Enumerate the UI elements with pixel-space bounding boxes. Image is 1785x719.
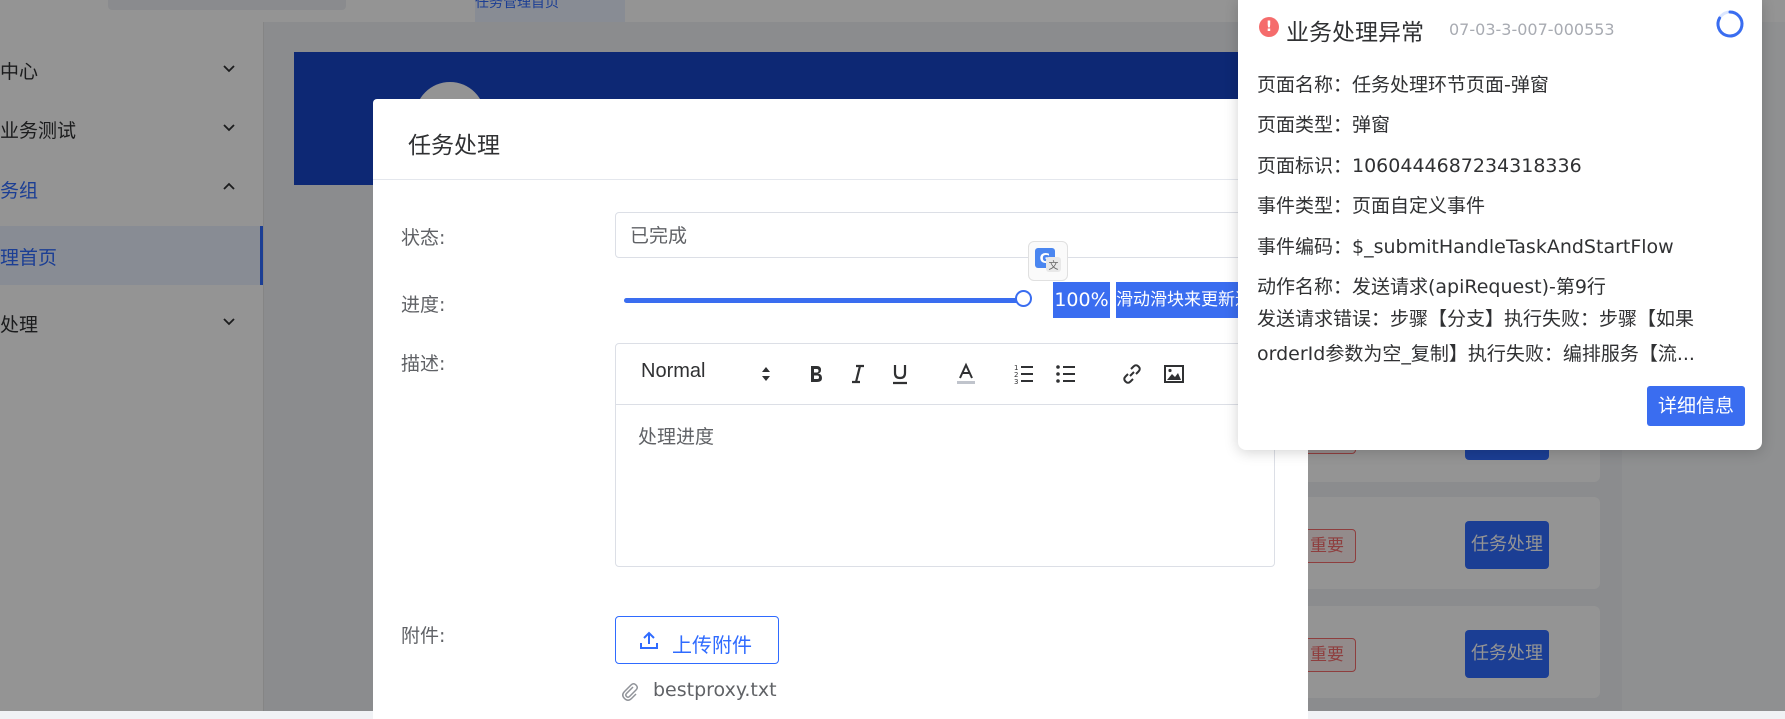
bullet-list-icon[interactable]: [1054, 362, 1078, 386]
link-icon[interactable]: [1120, 362, 1144, 386]
attachment-label: 附件:: [401, 625, 446, 647]
upload-attachment-button[interactable]: 上传附件: [615, 616, 779, 664]
notification-detail-line: 页面名称：任务处理环节页面-弹窗: [1257, 74, 1549, 96]
dialog-divider: [373, 179, 1308, 180]
progress-slider-handle[interactable]: [1015, 290, 1032, 307]
progress-value: 100%: [1053, 282, 1110, 318]
description-label: 描述:: [401, 353, 446, 375]
image-icon[interactable]: [1162, 362, 1186, 386]
progress-slider[interactable]: [624, 290, 1032, 307]
error-icon: !: [1259, 17, 1279, 37]
notification-title: 业务处理异常: [1286, 20, 1424, 46]
notification-detail-line: 页面标识：1060444687234318336: [1257, 155, 1582, 177]
font-size-select-value: Normal: [641, 360, 706, 382]
upload-attachment-label: 上传附件: [672, 633, 752, 657]
svg-text:文: 文: [1049, 259, 1059, 272]
attachment-file-name: bestproxy.txt: [653, 679, 777, 701]
bold-icon[interactable]: [804, 362, 828, 386]
italic-icon[interactable]: [846, 362, 870, 386]
progress-label: 进度:: [401, 294, 446, 316]
status-label: 状态:: [401, 227, 446, 249]
notification-detail-line: 页面类型：弹窗: [1257, 114, 1391, 136]
text-color-icon[interactable]: [954, 362, 978, 386]
editor-content[interactable]: 处理进度: [638, 422, 714, 449]
underline-icon[interactable]: [888, 362, 912, 386]
paperclip-icon: [622, 683, 638, 701]
error-message-line: 发送请求错误：步骤【分支】执行失败：步骤【如果: [1257, 308, 1695, 330]
error-notification: ! 业务处理异常 07-03-3-007-000553 页面名称：任务处理环节页…: [1238, 0, 1762, 450]
loading-spinner-icon: [1716, 10, 1744, 38]
notification-error-message: 发送请求错误：步骤【分支】执行失败：步骤【如果 orderId参数为空_复制】执…: [1257, 302, 1747, 372]
status-select[interactable]: 已完成: [615, 212, 1308, 258]
error-message-line: orderId参数为空_复制】执行失败：编排服务【流...: [1257, 343, 1695, 365]
dialog-title: 任务处理: [408, 133, 500, 159]
detail-info-button[interactable]: 详细信息: [1647, 386, 1745, 426]
select-arrows-icon: [762, 367, 770, 381]
font-size-select[interactable]: Normal: [641, 360, 771, 388]
editor-toolbar: Normal 123: [616, 344, 1274, 405]
translate-icon[interactable]: G 文: [1028, 241, 1068, 281]
notification-code: 07-03-3-007-000553: [1449, 20, 1615, 39]
svg-text:3: 3: [1014, 378, 1018, 386]
notification-detail-line: 动作名称：发送请求(apiRequest)-第9行: [1257, 276, 1606, 298]
task-dialog: 任务处理 状态: 已完成 G 文 进度: 100% 滑动滑块来更新进度 描述: …: [373, 99, 1308, 719]
rich-text-editor[interactable]: Normal 123 处理进度: [615, 343, 1275, 567]
ordered-list-icon[interactable]: 123: [1012, 362, 1036, 386]
notification-detail-line: 事件类型：页面自定义事件: [1257, 195, 1486, 217]
progress-slider-fill: [624, 298, 1024, 303]
upload-icon: [640, 631, 658, 649]
notification-detail-line: 事件编码：$_submitHandleTaskAndStartFlow: [1257, 236, 1674, 258]
